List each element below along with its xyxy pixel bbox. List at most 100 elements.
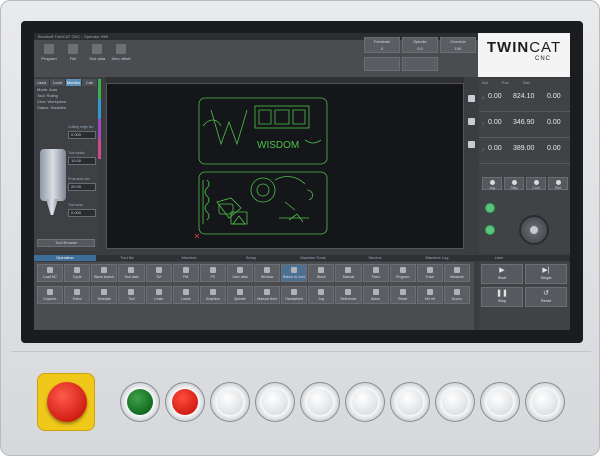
ribbon-button[interactable]: Spindle: [226, 286, 253, 304]
single-block-button[interactable]: ▶| Single: [525, 264, 567, 284]
hw-button-green[interactable]: [120, 382, 160, 422]
view-icon[interactable]: [468, 141, 475, 148]
ribbon-button[interactable]: Loads: [172, 286, 199, 304]
zero-offset-button[interactable]: Zero offset: [110, 42, 132, 72]
hw-button-10[interactable]: [525, 382, 565, 422]
ribbon-button[interactable]: Alarm: [362, 286, 389, 304]
axis-row-z: Z 0.00 389.00 0.00: [479, 138, 570, 164]
tab-machine-log[interactable]: Machine Log: [406, 255, 468, 261]
ribbon-button[interactable]: Load NC: [37, 264, 64, 282]
ribbon-button[interactable]: Dryrun: [443, 286, 470, 304]
ribbon-button[interactable]: Set ref: [416, 286, 443, 304]
ribbon-button-label: Program: [395, 275, 410, 279]
ribbon-button[interactable]: Manual feed: [254, 286, 281, 304]
tool-field-value: 0.000: [68, 209, 96, 217]
jog-button[interactable]: Jog: [482, 177, 502, 190]
tab-tool-list[interactable]: Tool list: [96, 255, 158, 261]
axis-dist: 0.00: [547, 145, 561, 152]
ribbon-button[interactable]: Jog: [308, 286, 335, 304]
ribbon-button[interactable]: Tool data: [118, 264, 145, 282]
stop-button[interactable]: ❚❚ Stop: [481, 287, 523, 307]
ribbon-button-label: Window: [260, 275, 274, 279]
ribbon-button-label: Reference: [340, 297, 357, 301]
step-button[interactable]: Step: [504, 177, 524, 190]
cont-button[interactable]: Cont: [526, 177, 546, 190]
tab-service[interactable]: Service: [344, 255, 406, 261]
ref-button[interactable]: Ref: [548, 177, 568, 190]
ribbon-button[interactable]: Reference: [335, 286, 362, 304]
axis-knob[interactable]: [485, 203, 495, 213]
hw-button-4[interactable]: [255, 382, 295, 422]
ribbon-button[interactable]: Return to cont.: [281, 264, 308, 282]
ribbon-button[interactable]: Manual: [335, 264, 362, 282]
tool-data-button[interactable]: Tool data: [86, 42, 108, 72]
tool-browse-button[interactable]: Tool Browse: [37, 239, 95, 247]
tab-load[interactable]: Load: [50, 79, 66, 86]
ribbon-button[interactable]: Block: [308, 264, 335, 282]
tab-operation[interactable]: Operation: [34, 255, 96, 261]
hw-button-8[interactable]: [435, 382, 475, 422]
axis-knob[interactable]: [485, 225, 495, 235]
twincat-cnc-logo: TWINCAT CNC: [478, 33, 570, 77]
tool-field-label: Tool radius: [68, 151, 85, 155]
ribbon-button-label: Return to cont.: [282, 275, 306, 279]
tab-cali[interactable]: Cali: [82, 79, 98, 86]
ribbon-button[interactable]: Simulate: [91, 286, 118, 304]
ribbon-button[interactable]: Measure: [443, 264, 470, 282]
tab-user[interactable]: User: [468, 255, 530, 261]
ribbon-button[interactable]: Handwheel: [281, 286, 308, 304]
graphics-canvas[interactable]: WISDOM: [106, 83, 464, 249]
ribbon-button[interactable]: Trace: [416, 264, 443, 282]
ribbon-button-label: Loads: [180, 297, 191, 301]
reset-button[interactable]: ↺ Reset: [525, 287, 567, 307]
tab-machine-tools[interactable]: Machine Tools: [282, 255, 344, 261]
function-icon: [74, 267, 81, 273]
emergency-stop-cap: [47, 382, 87, 422]
ribbon-button[interactable]: Feed: [362, 264, 389, 282]
ribbon-button[interactable]: Tool: [118, 286, 145, 304]
ribbon-button[interactable]: PM: [172, 264, 199, 282]
zoom-icon[interactable]: [468, 95, 475, 102]
ribbon-button-label: Alarm: [370, 297, 381, 301]
ribbon-button[interactable]: User data: [226, 264, 253, 282]
hw-button-9[interactable]: [480, 382, 520, 422]
function-icon: [426, 289, 433, 295]
hw-button-5[interactable]: [300, 382, 340, 422]
ribbon-button[interactable]: Limits: [145, 286, 172, 304]
function-icon: [182, 289, 189, 295]
function-icon: [101, 267, 108, 273]
ribbon-button[interactable]: TM: [145, 264, 172, 282]
hw-button-6[interactable]: [345, 382, 385, 422]
hw-button-red[interactable]: [165, 382, 205, 422]
tab-used[interactable]: Used: [34, 79, 50, 86]
hw-button-3[interactable]: [210, 382, 250, 422]
jog-dial[interactable]: [519, 215, 549, 245]
file-button[interactable]: File: [62, 42, 84, 72]
ribbon-button[interactable]: Editor: [64, 286, 91, 304]
tab-setup[interactable]: Setup: [220, 255, 282, 261]
start-button[interactable]: ▶ Start: [481, 264, 523, 284]
step-icon: ▶|: [542, 267, 550, 274]
ribbon-button[interactable]: Window: [254, 264, 281, 282]
ribbon-button[interactable]: Block search: [91, 264, 118, 282]
tab-monitor[interactable]: Monitor: [66, 79, 82, 86]
ribbon-button[interactable]: Explorer: [37, 286, 64, 304]
ribbon-button-label: TM: [156, 275, 162, 279]
emergency-stop[interactable]: [37, 373, 95, 431]
ribbon-button[interactable]: PS: [199, 264, 226, 282]
fit-icon[interactable]: [468, 118, 475, 125]
function-icon: [209, 289, 216, 295]
function-icon: [372, 267, 379, 273]
ribbon-button-label: Manual: [342, 275, 355, 279]
file-icon: [68, 44, 78, 54]
function-icon: [399, 289, 406, 295]
ribbon-button[interactable]: Reset: [389, 286, 416, 304]
tab-machine[interactable]: Machine: [158, 255, 220, 261]
hw-button-7[interactable]: [390, 382, 430, 422]
program-button[interactable]: Program: [38, 42, 60, 72]
toolpath-drawing: WISDOM: [194, 97, 328, 239]
ribbon-button[interactable]: Cycle: [64, 264, 91, 282]
ribbon-button[interactable]: Graphics: [199, 286, 226, 304]
function-icon: [128, 289, 135, 295]
ribbon-button[interactable]: Program: [389, 264, 416, 282]
